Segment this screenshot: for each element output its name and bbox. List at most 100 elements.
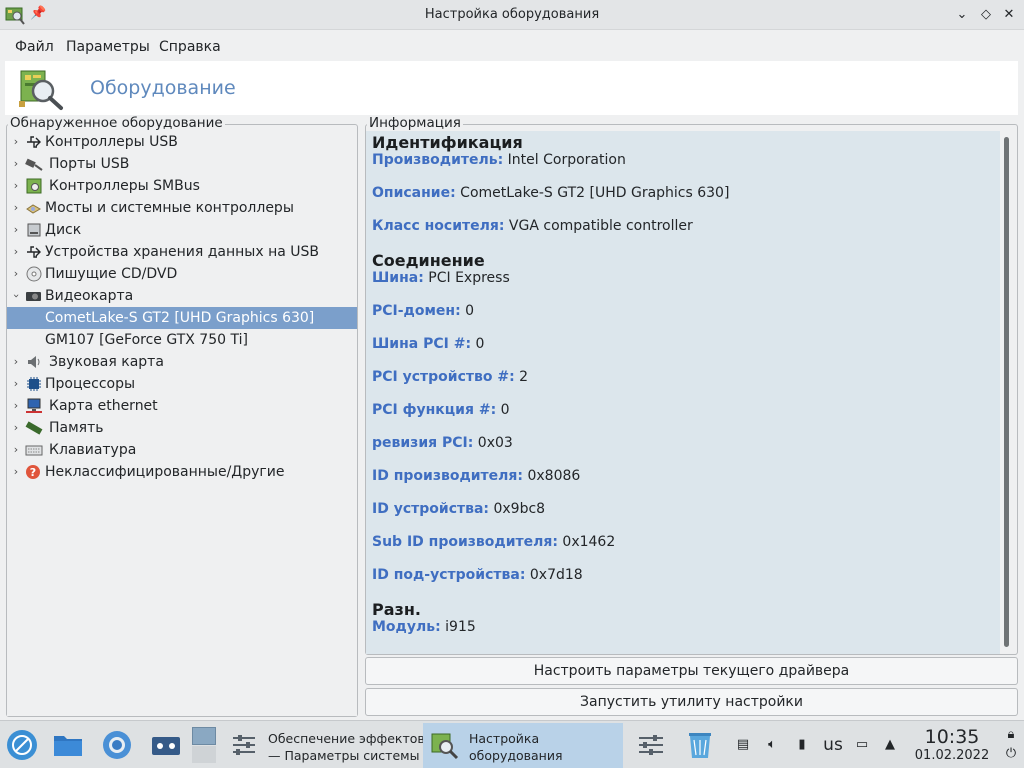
field-value: Intel Corporation [507, 152, 626, 168]
trash-icon[interactable] [684, 729, 716, 761]
usb-device-icon[interactable]: ▮ [792, 735, 812, 755]
tree-item-disk[interactable]: › Диск [7, 219, 357, 241]
window-title: Настройка оборудования [424, 7, 600, 22]
field-key: ID устройства: [372, 501, 490, 517]
chevron-right-icon[interactable]: › [10, 464, 22, 480]
media-player-icon[interactable] [150, 729, 182, 761]
menu-file[interactable]: Файл [15, 39, 54, 55]
menu-help[interactable]: Справка [159, 39, 221, 55]
cpu-icon [27, 377, 41, 391]
tree-item-ethernet[interactable]: › Карта ethernet [7, 395, 357, 417]
clock-time[interactable]: 10:35 [920, 726, 984, 748]
tree-item-label: Контроллеры USB [45, 134, 178, 150]
task-hardware-config[interactable]: Настройка оборудования [423, 723, 623, 768]
chevron-right-icon[interactable]: › [10, 134, 22, 150]
chevron-right-icon[interactable]: › [10, 376, 22, 392]
tree-item-label: Диск [45, 222, 82, 238]
minimize-icon[interactable]: ⌄ [952, 5, 972, 25]
tree-item-bridges[interactable]: › Мосты и системные контроллеры [7, 197, 357, 219]
field-value: 0 [465, 303, 475, 319]
field-value: 0x9bc8 [493, 501, 546, 517]
field-key: PCI функция #: [372, 402, 497, 418]
keyboard-layout-indicator[interactable]: us [820, 735, 846, 755]
field-vendor-id: ID производителя: 0x8086 [372, 468, 580, 484]
field-key: Описание: [372, 185, 456, 201]
close-icon[interactable]: ✕ [999, 5, 1019, 25]
run-utility-button[interactable]: Запустить утилиту настройки [365, 688, 1018, 716]
chevron-right-icon[interactable]: › [10, 156, 22, 172]
browser-icon[interactable] [101, 729, 133, 761]
tree-item-sound-card[interactable]: › Звуковая карта [7, 351, 357, 373]
memory-icon [25, 421, 43, 435]
tree-item-video-card[interactable]: › Видеокарта [7, 285, 357, 307]
video-card-icon [26, 292, 41, 301]
tree-item-memory[interactable]: › Память [7, 417, 357, 439]
tray-expand-icon[interactable]: ▲ [880, 735, 900, 755]
field-value: 0 [500, 402, 510, 418]
desktop-pager[interactable] [192, 727, 216, 763]
chevron-right-icon[interactable]: › [10, 354, 22, 370]
chevron-right-icon[interactable]: › [10, 420, 22, 436]
tree-item-label: Карта ethernet [49, 398, 158, 414]
field-value: CometLake-S GT2 [UHD Graphics 630] [460, 185, 730, 201]
tree-item-other[interactable]: › ? Неклассифицированные/Другие [7, 461, 357, 483]
tree-item-label: Видеокарта [45, 288, 134, 304]
field-pci-domain: PCI-домен: 0 [372, 303, 474, 319]
maximize-icon[interactable]: ◇ [976, 5, 996, 25]
volume-icon[interactable]: 🔈︎ [762, 735, 782, 755]
info-scrollbar-thumb[interactable] [1004, 137, 1009, 647]
tree-item-label: Мосты и системные контроллеры [45, 200, 294, 216]
tree-item-cd-dvd[interactable]: › Пишущие CD/DVD [7, 263, 357, 285]
app-icon[interactable] [4, 4, 26, 26]
configure-driver-button[interactable]: Настроить параметры текущего драйвера [365, 657, 1018, 685]
pager-desktop-1[interactable] [192, 727, 216, 745]
tree-item-usb-ports[interactable]: › Порты USB [7, 153, 357, 175]
chevron-right-icon[interactable]: › [10, 442, 22, 458]
app-menu-icon[interactable] [6, 729, 38, 761]
pin-icon[interactable]: 📌 [30, 6, 46, 22]
mixer-icon[interactable] [635, 729, 667, 761]
field-value: i915 [445, 619, 476, 635]
section-title-connection: Соединение [372, 251, 485, 270]
chevron-right-icon[interactable]: › [10, 178, 22, 194]
tree-item-label: CometLake-S GT2 [UHD Graphics 630] [45, 310, 315, 326]
section-title-identification: Идентификация [372, 133, 523, 152]
chevron-right-icon[interactable]: › [10, 266, 22, 282]
field-pci-device: PCI устройство #: 2 [372, 369, 528, 385]
power-icon[interactable]: ⏻ [1002, 746, 1020, 762]
hardware-tree[interactable]: › Контроллеры USB › Порты USB › Контролл… [7, 131, 357, 716]
tree-item-smbus[interactable]: › Контроллеры SMBus [7, 175, 357, 197]
clipboard-icon[interactable]: ▤ [733, 735, 753, 755]
pager-desktop-2[interactable] [192, 746, 216, 763]
task-system-settings[interactable]: Обеспечение эффектов — Параметры системы [222, 723, 425, 768]
tree-item-usb-controllers[interactable]: › Контроллеры USB [7, 131, 357, 153]
tree-item-gm107[interactable]: GM107 [GeForce GTX 750 Ti] [7, 329, 357, 351]
chevron-right-icon[interactable]: › [10, 200, 22, 216]
tree-item-usb-storage[interactable]: › Устройства хранения данных на USB [7, 241, 357, 263]
field-value: 0x03 [477, 435, 513, 451]
lock-icon[interactable]: 🔒︎ [1002, 727, 1020, 743]
menu-parameters[interactable]: Параметры [66, 39, 150, 55]
chevron-down-icon[interactable]: › [8, 290, 24, 302]
network-status-icon[interactable]: ▭ [852, 735, 872, 755]
chevron-right-icon[interactable]: › [10, 222, 22, 238]
keyboard-icon [25, 445, 43, 456]
field-pci-revision: ревизия PCI: 0x03 [372, 435, 513, 451]
tree-item-cometlake[interactable]: CometLake-S GT2 [UHD Graphics 630] [7, 307, 357, 329]
field-key: ID под-устройства: [372, 567, 526, 583]
tree-item-label: Порты USB [49, 156, 130, 172]
folder-icon[interactable] [52, 729, 84, 761]
chevron-right-icon[interactable]: › [10, 398, 22, 414]
field-pci-bus: Шина PCI #: 0 [372, 336, 484, 352]
field-value: 0x1462 [562, 534, 616, 550]
field-device-id: ID устройства: 0x9bc8 [372, 501, 545, 517]
field-value: 2 [519, 369, 529, 385]
task-label: Обеспечение эффектов — Параметры системы [268, 731, 425, 763]
tree-item-processors[interactable]: › Процессоры [7, 373, 357, 395]
clock-date[interactable]: 01.02.2022 [906, 748, 998, 763]
chevron-right-icon[interactable]: › [10, 244, 22, 260]
tree-item-label: Процессоры [45, 376, 136, 392]
tree-item-keyboard[interactable]: › Клавиатура [7, 439, 357, 461]
usb-plug-icon [25, 158, 43, 171]
disk-icon [27, 223, 41, 237]
